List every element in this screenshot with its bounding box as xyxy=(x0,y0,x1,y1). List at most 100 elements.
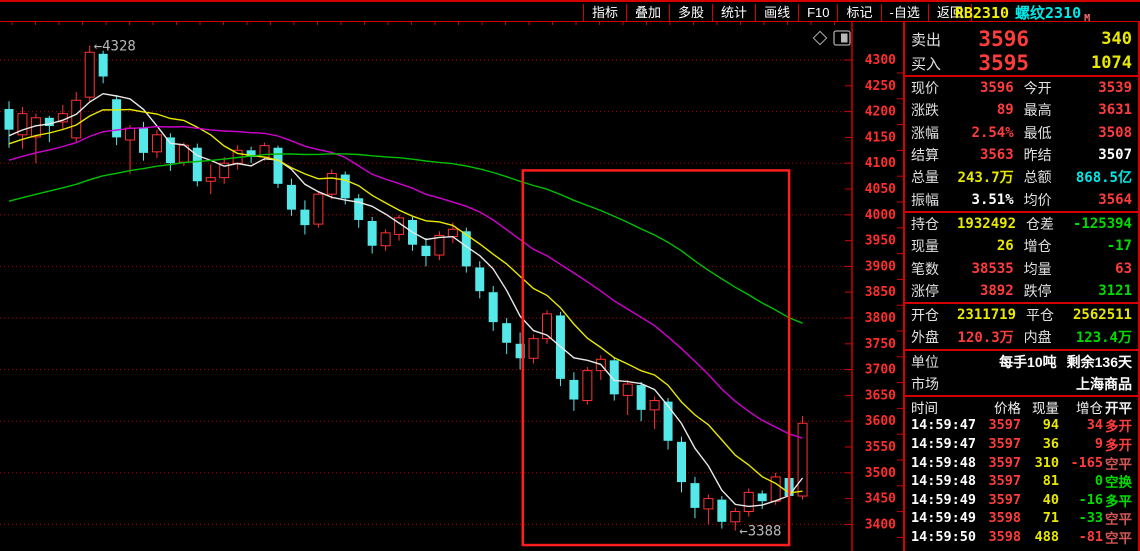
field-value: 3892 xyxy=(957,283,1014,299)
tick-row: 14:59:503598488-81空平 xyxy=(905,528,1138,547)
field-value: 26 xyxy=(957,238,1014,254)
field-label: 昨结 xyxy=(1024,145,1070,165)
ma-long-line xyxy=(9,154,803,323)
tick-volume: 81 xyxy=(1021,473,1059,489)
field-label: 跌停 xyxy=(1024,281,1070,301)
tick-row: 14:59:483597310-165空平 xyxy=(905,453,1138,472)
field-label: 今开 xyxy=(1024,78,1070,98)
axis-label: 3750 xyxy=(865,337,896,352)
axis-label: 3450 xyxy=(865,492,896,507)
bid-price: 3595 xyxy=(959,51,1029,75)
candle xyxy=(314,194,323,224)
field-value: 2.54% xyxy=(957,125,1014,141)
candlestick-chart[interactable]: ←4328←3388430042504200415041004050400039… xyxy=(0,22,903,551)
col-change: 增仓 xyxy=(1059,397,1103,417)
tick-direction: 空平 xyxy=(1103,508,1132,528)
candle xyxy=(152,135,161,152)
field-value: 3631 xyxy=(1070,102,1132,118)
tick-table-header: 时间 价格 现量 增仓 开平 xyxy=(905,397,1138,416)
axis-label: 3950 xyxy=(865,234,896,249)
candle xyxy=(421,246,430,256)
tick-direction: 空换 xyxy=(1103,471,1132,491)
candle xyxy=(341,175,350,199)
market-row: 市场 上海商品 xyxy=(905,373,1138,395)
field-label: 涨幅 xyxy=(911,123,957,143)
candle xyxy=(650,401,659,410)
field-value: 3.51% xyxy=(957,192,1014,208)
tick-table[interactable]: 14:59:4735979434多开14:59:473597369多开14:59… xyxy=(905,416,1138,546)
axis-label: 3600 xyxy=(865,414,896,429)
toolbar-button-f10[interactable]: F10 xyxy=(798,4,837,23)
bid-volume: 1074 xyxy=(1029,53,1132,73)
field-label: 涨跌 xyxy=(911,100,957,120)
unit-label: 单位 xyxy=(911,352,957,372)
field-label: 内盘 xyxy=(1024,327,1070,347)
tick-time: 14:59:47 xyxy=(911,417,977,433)
candle xyxy=(287,185,296,210)
tick-price: 3598 xyxy=(977,529,1021,545)
field-label: 最高 xyxy=(1024,100,1070,120)
candle xyxy=(475,267,484,291)
axis-label: 4000 xyxy=(865,208,896,223)
toolbar-button-indicators[interactable]: 指标 xyxy=(583,4,626,23)
candle xyxy=(112,99,121,137)
field-value: 89 xyxy=(957,102,1014,118)
tick-direction: 空平 xyxy=(1103,527,1132,547)
toolbar-button-draw-line[interactable]: 画线 xyxy=(755,4,798,23)
low-price-annotation: ←3388 xyxy=(739,524,781,540)
field-value: 123.4万 xyxy=(1070,327,1132,347)
top-bar: 指标叠加多股统计画线F10标记-自选返回 RB2310螺纹2310M xyxy=(0,0,1140,22)
quote-row: 笔数38535均量63 xyxy=(905,257,1138,279)
tick-price: 3597 xyxy=(977,492,1021,508)
market-label: 市场 xyxy=(911,374,957,394)
candle xyxy=(327,174,336,195)
candle xyxy=(126,128,135,140)
candle xyxy=(300,210,309,225)
axis-label: 4200 xyxy=(865,105,896,120)
quote-row: 振幅3.51% 均价3564 xyxy=(905,188,1138,210)
field-value: 3563 xyxy=(957,147,1014,163)
field-label: 结算 xyxy=(911,145,957,165)
col-price: 价格 xyxy=(977,397,1021,417)
candle xyxy=(704,499,713,509)
quote-row: 持仓1932492仓差-125394 xyxy=(905,213,1138,235)
quote-panel: 卖出 3596 340 买入 3595 1074 现价3596今开3539涨跌8… xyxy=(903,22,1140,551)
field-label: 均量 xyxy=(1024,259,1070,279)
field-value: 63 xyxy=(1070,261,1132,277)
ma-mid-line xyxy=(9,110,803,493)
field-label: 仓差 xyxy=(1026,214,1072,234)
axis-label: 4100 xyxy=(865,156,896,171)
field-value: 3596 xyxy=(957,80,1014,96)
field-label: 平仓 xyxy=(1026,305,1072,325)
field-label: 均价 xyxy=(1024,190,1070,210)
tick-time: 14:59:48 xyxy=(911,455,977,471)
field-label: 持仓 xyxy=(911,214,957,234)
candle xyxy=(744,492,753,511)
diamond-icon[interactable] xyxy=(813,31,826,44)
tick-direction: 多开 xyxy=(1103,434,1132,454)
toolbar-button-mark[interactable]: 标记 xyxy=(837,4,880,23)
ma-slow-line xyxy=(9,127,803,439)
quote-section-open-close: 开仓2311719平仓2562511外盘120.3万内盘123.4万 xyxy=(905,304,1138,349)
bid-row[interactable]: 买入 3595 1074 xyxy=(905,51,1138,75)
tick-change: -81 xyxy=(1059,529,1103,545)
toolbar-button-statistics[interactable]: 统计 xyxy=(712,4,755,23)
field-value: 120.3万 xyxy=(957,327,1014,347)
toolbar-button-multi-stock[interactable]: 多股 xyxy=(669,4,712,23)
axis-label: 4300 xyxy=(865,53,896,68)
ask-row[interactable]: 卖出 3596 340 xyxy=(905,27,1138,51)
field-label: 振幅 xyxy=(911,190,957,210)
field-label: 最低 xyxy=(1024,123,1070,143)
field-value: 38535 xyxy=(957,261,1014,277)
field-value: 3564 xyxy=(1070,192,1132,208)
tick-direction: 多开 xyxy=(1103,415,1132,435)
quote-row: 现量26增仓-17 xyxy=(905,235,1138,257)
instrument-code: RB2310 xyxy=(955,4,1009,22)
candle xyxy=(717,500,726,522)
toolbar-button-overlay[interactable]: 叠加 xyxy=(626,4,669,23)
candle xyxy=(569,380,578,400)
unit-row: 单位 每手10吨 剩余136天 xyxy=(905,351,1138,373)
quote-section-price: 现价3596今开3539涨跌89最高3631涨幅2.54%最低3508结算356… xyxy=(905,77,1138,211)
field-value: -125394 xyxy=(1072,216,1132,232)
field-label: 总量 xyxy=(911,167,957,187)
